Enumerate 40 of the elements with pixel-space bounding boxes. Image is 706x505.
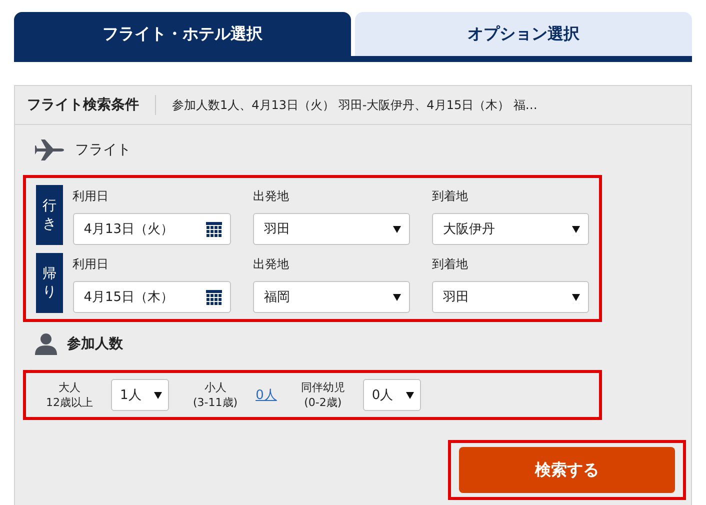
field-label: 出発地 [252,256,290,273]
summary-title: フライト検索条件 [27,95,156,115]
age-range: (3-11歳) [193,395,238,410]
caret-icon [572,225,580,233]
date-field[interactable]: 4月13日（火） [72,213,231,245]
date-field[interactable]: 4月15日（木） [72,281,231,313]
caret-icon [392,225,401,233]
field-label: 到着地 [432,188,469,205]
age-range: 12歳以上 [46,395,93,410]
passenger-label: 同伴幼児 [300,380,345,395]
person-icon [35,333,57,355]
calendar-icon [206,222,222,236]
passenger-label: 大人 [58,380,80,395]
section-title: 参加人数 [67,335,123,353]
passenger-label: 小人 [204,380,226,395]
tab[interactable]: オプション選択 [355,12,692,56]
field-label: 出発地 [252,188,290,205]
field-label: 到着地 [432,256,469,273]
section-title: フライト [75,141,131,159]
caret-icon [572,293,580,301]
caret-icon [406,391,414,399]
caret-icon [154,391,162,399]
field-label: 利用日 [72,188,110,205]
tab[interactable]: フライト・ホテル選択 [14,12,351,56]
summary-text: 参加人数1人、4月13日（火） 羽田-大阪伊丹、4月15日（木） 福… [172,96,538,114]
count-link[interactable]: 0人 [256,386,277,404]
airplane-icon [35,138,65,162]
arrival-select[interactable]: 大阪伊丹 [432,213,589,245]
departure-select[interactable]: 福岡 [252,281,410,313]
arrival-select[interactable]: 羽田 [432,281,589,313]
departure-select[interactable]: 羽田 [252,213,410,245]
trip-badge: 帰り [36,253,63,313]
trip-badge: 行き [36,185,63,245]
field-label: 利用日 [72,256,110,273]
age-range: (0-2歳) [304,395,342,410]
count-select[interactable]: 0人 [362,379,421,411]
search-button[interactable]: 検索する [459,447,675,493]
caret-icon [392,293,401,301]
count-select[interactable]: 1人 [111,379,169,411]
calendar-icon [206,290,222,304]
